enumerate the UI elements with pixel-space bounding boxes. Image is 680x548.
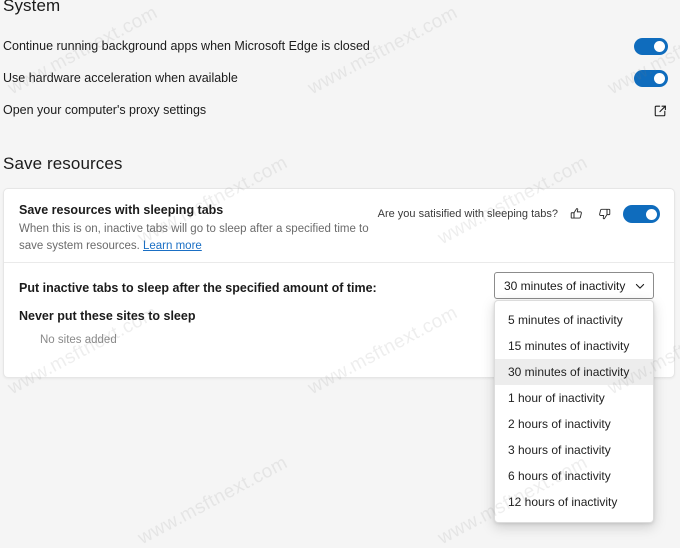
sleeping-tabs-text-block: Save resources with sleeping tabs When t… <box>19 203 379 254</box>
dropdown-option[interactable]: 15 minutes of inactivity <box>495 333 653 359</box>
inactive-timer-select[interactable]: 30 minutes of inactivity <box>494 272 654 299</box>
sleeping-tabs-description: When this is on, inactive tabs will go t… <box>19 221 379 254</box>
dropdown-option[interactable]: 5 minutes of inactivity <box>495 307 653 333</box>
hardware-acceleration-toggle[interactable] <box>634 69 668 87</box>
dropdown-option[interactable]: 2 hours of inactivity <box>495 411 653 437</box>
never-sleep-empty-text: No sites added <box>40 334 117 346</box>
inactive-timer-selected-value: 30 minutes of inactivity <box>504 278 626 293</box>
background-apps-toggle[interactable] <box>634 37 668 55</box>
inactive-timer-dropdown[interactable]: 5 minutes of inactivity 15 minutes of ina… <box>494 300 654 523</box>
sleeping-tabs-row: Save resources with sleeping tabs When t… <box>4 189 674 262</box>
settings-page: System Continue running background apps … <box>0 0 680 548</box>
external-link-icon[interactable] <box>653 103 668 118</box>
learn-more-link[interactable]: Learn more <box>143 240 202 252</box>
dropdown-option[interactable]: 3 hours of inactivity <box>495 437 653 463</box>
hardware-acceleration-label: Use hardware acceleration when available <box>3 70 238 85</box>
dropdown-option[interactable]: 1 hour of inactivity <box>495 385 653 411</box>
toggle-knob <box>653 72 665 84</box>
thumbs-up-icon[interactable] <box>569 206 585 222</box>
sleeping-tabs-title: Save resources with sleeping tabs <box>19 203 224 217</box>
dropdown-option[interactable]: 12 hours of inactivity <box>495 489 653 515</box>
setting-row-proxy-settings[interactable]: Open your computer's proxy settings <box>0 92 680 128</box>
proxy-settings-control <box>653 103 680 118</box>
system-heading-text: System <box>3 0 61 15</box>
sleeping-tabs-controls: Are you satisified with sleeping tabs? <box>378 205 660 223</box>
toggle-knob <box>653 40 665 52</box>
save-resources-section-heading: Save resources <box>3 154 123 174</box>
feedback-question: Are you satisified with sleeping tabs? <box>377 208 558 220</box>
inactive-timer-label: Put inactive tabs to sleep after the spe… <box>19 281 377 295</box>
hardware-acceleration-control <box>634 69 680 87</box>
chevron-down-icon <box>635 283 645 289</box>
proxy-settings-label: Open your computer's proxy settings <box>3 102 207 117</box>
dropdown-option[interactable]: 6 hours of inactivity <box>495 463 653 489</box>
sleeping-tabs-toggle[interactable] <box>623 205 660 223</box>
background-apps-control <box>634 37 680 55</box>
never-sleep-label: Never put these sites to sleep <box>19 309 196 323</box>
background-apps-label: Continue running background apps when Mi… <box>3 38 370 53</box>
thumbs-down-icon[interactable] <box>596 206 612 222</box>
setting-row-hardware-acceleration[interactable]: Use hardware acceleration when available <box>0 60 680 96</box>
save-resources-heading-text: Save resources <box>3 154 123 173</box>
dropdown-option[interactable]: 30 minutes of inactivity <box>495 359 653 385</box>
toggle-knob <box>645 208 657 220</box>
setting-row-background-apps[interactable]: Continue running background apps when Mi… <box>0 28 680 64</box>
system-section-heading: System <box>3 0 60 16</box>
